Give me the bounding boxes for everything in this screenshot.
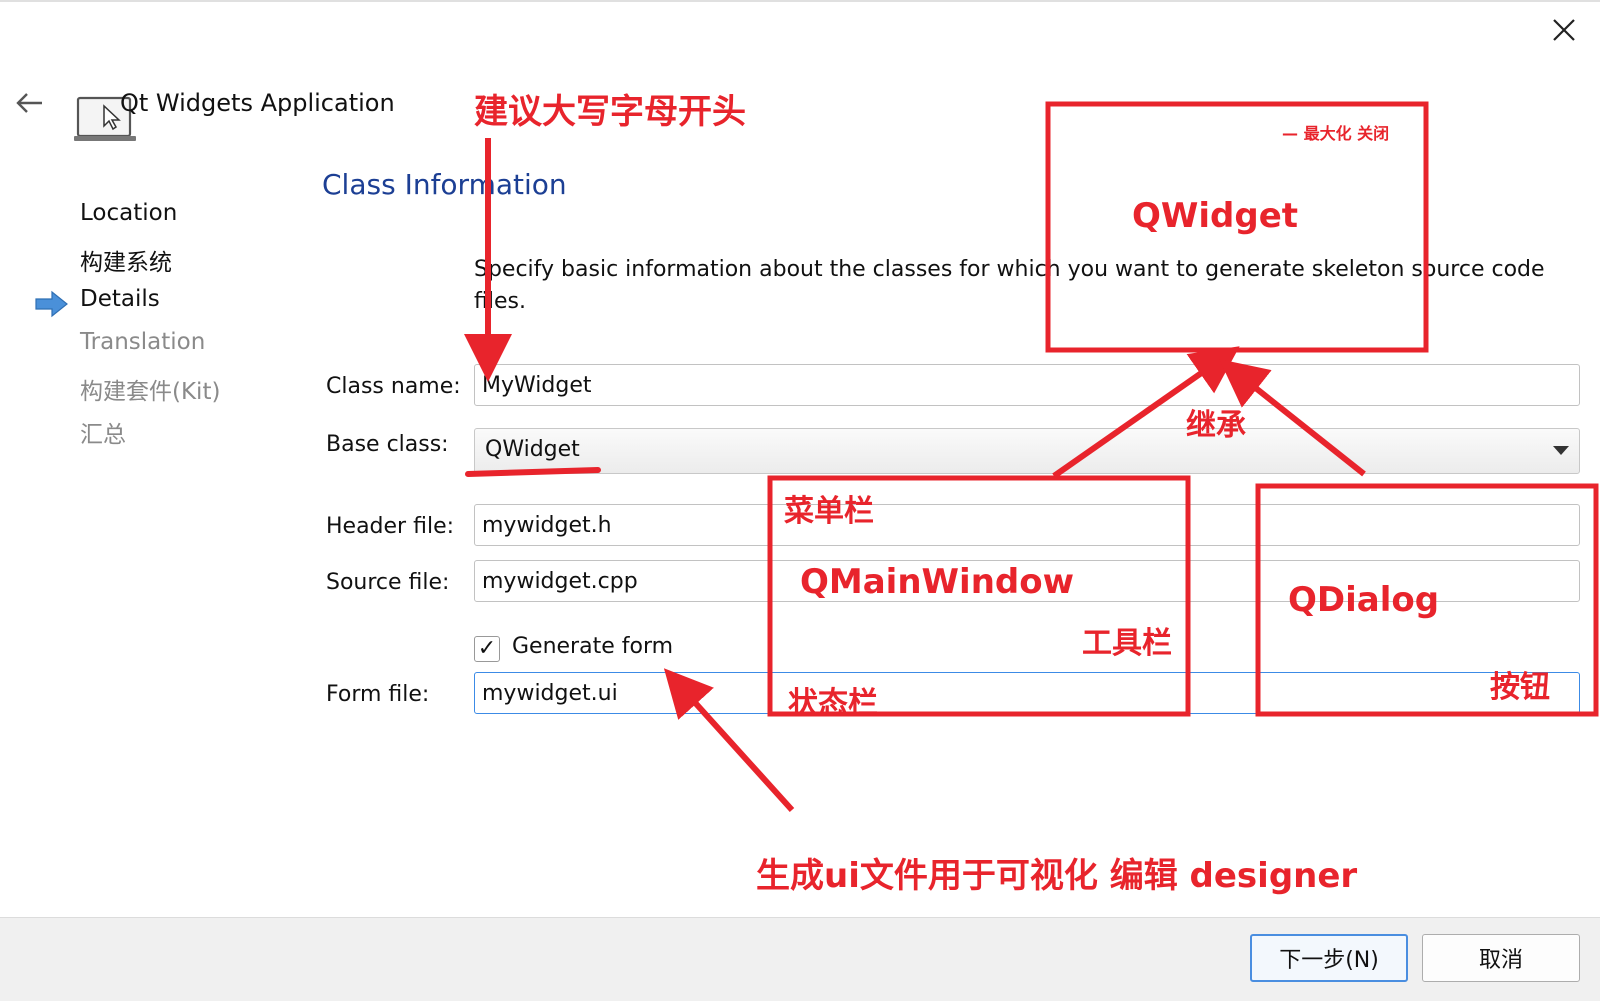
nav-item-summary: 汇总 [80,422,126,448]
nav-item-translation: Translation [80,329,206,355]
window-top-border [0,0,1600,2]
base-class-label: Base class: [326,432,449,457]
back-arrow-icon [16,93,42,113]
class-name-label: Class name: [326,374,461,399]
class-name-input[interactable] [474,364,1580,406]
page-description: Specify basic information about the clas… [474,257,1545,314]
nav-item-details[interactable]: Details [80,286,160,312]
source-file-label: Source file: [326,570,450,595]
header-file-input[interactable] [474,504,1580,546]
chevron-down-icon [1553,446,1569,455]
base-class-selected-value: QWidget [485,437,580,462]
form-file-label: Form file: [326,682,430,707]
generate-form-checkbox[interactable]: ✓ [474,636,500,662]
back-button[interactable] [12,84,52,124]
wizard-title: Qt Widgets Application [120,89,395,117]
arrow-right-icon [34,290,70,318]
header-file-label: Header file: [326,514,455,539]
nav-item-location[interactable]: Location [80,200,177,226]
generate-form-label[interactable]: Generate form [512,634,673,659]
section-title: Class Information [322,168,567,201]
next-button[interactable]: 下一步(N) [1250,934,1408,982]
close-button[interactable] [1542,12,1586,52]
nav-item-kits: 构建套件(Kit) [80,379,221,405]
nav-item-build-system[interactable]: 构建系统 [80,243,172,277]
cancel-button[interactable]: 取消 [1422,934,1580,982]
base-class-select[interactable]: QWidget [474,428,1580,474]
close-icon [1553,19,1575,41]
form-file-input[interactable] [474,672,1580,714]
new-project-wizard-dialog: Qt Widgets Application Location 构建系统 Det… [0,0,1600,1001]
source-file-input[interactable] [474,560,1580,602]
